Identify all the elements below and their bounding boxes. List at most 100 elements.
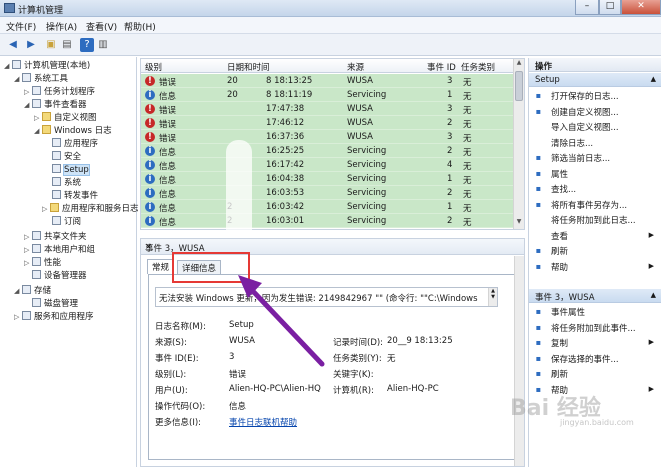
up-folder-icon[interactable]: ▣ bbox=[44, 38, 58, 52]
tree-item-windows-logs[interactable]: ◢ Windows 日志 bbox=[34, 125, 112, 137]
action-item[interactable]: ▪ 保存选择的事件... bbox=[529, 352, 661, 365]
tab-general[interactable]: 常规 bbox=[147, 259, 175, 274]
details-tab-highlight bbox=[172, 252, 250, 283]
tree-item-subscriptions[interactable]: 订阅 bbox=[52, 216, 81, 228]
menu-action[interactable]: 操作(A) bbox=[46, 20, 77, 33]
action-item[interactable]: ▪ 刷新 bbox=[529, 244, 661, 257]
tree-item-disk-management[interactable]: 磁盘管理 bbox=[32, 298, 78, 310]
action-item[interactable]: ▪ 打开保存的日志... bbox=[529, 89, 661, 102]
action-item[interactable]: ▪ 筛选当前日志... bbox=[529, 151, 661, 164]
maximize-button[interactable]: □ bbox=[599, 0, 621, 15]
opcode-label: 操作代码(O): bbox=[155, 402, 206, 412]
scroll-up-icon[interactable]: ▲ bbox=[514, 59, 524, 70]
action-item[interactable]: ▪ 复制 ▶ bbox=[529, 336, 661, 349]
action-item[interactable]: 将任务附加到此日志... bbox=[529, 213, 661, 226]
action-item[interactable]: ▪ 刷新 bbox=[529, 367, 661, 380]
forward-arrow-icon[interactable]: ▶ bbox=[24, 38, 38, 52]
tree-item-app-service-logs[interactable]: ▷ 应用程序和服务日志 bbox=[42, 203, 139, 215]
cell-date: 20 bbox=[227, 76, 238, 86]
properties-icon[interactable]: ▥ bbox=[96, 38, 110, 52]
action-item[interactable]: ▪ 事件属性 bbox=[529, 305, 661, 318]
services-icon bbox=[22, 311, 31, 320]
action-item[interactable]: 清除日志... bbox=[529, 136, 661, 149]
action-label: 打开保存的日志... bbox=[551, 92, 619, 102]
tree-item-system[interactable]: 系统 bbox=[52, 177, 81, 189]
event-list: 级别 日期和时间 来源 事件 ID 任务类别 ! 错误 20 8 18:13:25 WU… bbox=[140, 58, 525, 230]
column-date-time[interactable]: 日期和时间 bbox=[227, 61, 270, 73]
tree-item-shared-folders[interactable]: ▷ 共享文件夹 bbox=[24, 231, 87, 243]
column-event-id[interactable]: 事件 ID bbox=[427, 61, 456, 73]
cell-level: 信息 bbox=[159, 162, 177, 172]
table-row[interactable]: i信息216:03:01Servicing2无 bbox=[141, 214, 513, 228]
tree-item-system-tools[interactable]: ◢ 系统工具 bbox=[14, 73, 68, 85]
back-arrow-icon[interactable]: ◀ bbox=[6, 38, 20, 52]
table-row[interactable]: i 信息 16:03:53 Servicing 2 无 bbox=[141, 186, 513, 200]
tree-item-services-apps[interactable]: ▷ 服务和应用程序 bbox=[14, 311, 94, 323]
cell-id: 3 bbox=[447, 132, 453, 142]
tree-item-application[interactable]: 应用程序 bbox=[52, 138, 98, 150]
tree-item-device-manager[interactable]: 设备管理器 bbox=[32, 270, 87, 282]
cell-time: 8 18:11:19 bbox=[266, 90, 313, 100]
cell-cat: 无 bbox=[463, 78, 472, 88]
show-hide-tree-icon[interactable]: ▤ bbox=[60, 38, 74, 52]
actions-group-setup[interactable]: Setup ▲ bbox=[529, 73, 661, 87]
scrollbar-thumb[interactable] bbox=[515, 71, 523, 101]
close-button[interactable]: ✕ bbox=[621, 0, 661, 15]
computer-management-icon bbox=[4, 3, 15, 13]
table-row[interactable]: i 信息 16:17:42 Servicing 4 无 bbox=[141, 158, 513, 172]
action-item[interactable]: ▪ 将所有事件另存为... bbox=[529, 198, 661, 211]
menu-view[interactable]: 查看(V) bbox=[86, 20, 117, 33]
table-row[interactable]: i 信息 16:25:25 Servicing 2 无 bbox=[141, 144, 513, 158]
tree-item-forwarded-events[interactable]: 转发事件 bbox=[52, 190, 98, 202]
event-message-box[interactable]: 无法安装 Windows 更新，因为发生错误: 2149842967 "" (命… bbox=[155, 287, 498, 307]
actions-group-event[interactable]: 事件 3，WUSA ▲ bbox=[529, 289, 661, 303]
table-row[interactable]: ! 错误 20 8 18:13:25 WUSA 3 无 bbox=[141, 74, 513, 88]
minimize-button[interactable]: – bbox=[575, 0, 599, 15]
tree-item-local-users[interactable]: ▷ 本地用户和组 bbox=[24, 244, 95, 256]
action-item[interactable]: ▪ 帮助 ▶ bbox=[529, 260, 661, 273]
online-help-link[interactable]: 事件日志联机帮助 bbox=[229, 416, 297, 428]
tree-item-security[interactable]: 安全 bbox=[52, 151, 81, 163]
action-item[interactable]: ▪ 属性 bbox=[529, 167, 661, 180]
tree-item-storage[interactable]: ◢ 存储 bbox=[14, 285, 51, 297]
action-item[interactable]: ▪ 创建自定义视图... bbox=[529, 105, 661, 118]
table-row[interactable]: i信息216:03:42Servicing1无 bbox=[141, 200, 513, 214]
message-scrollbar[interactable]: ▲ ▼ bbox=[488, 288, 497, 306]
tree-item-custom-views[interactable]: ▷ 自定义视图 bbox=[34, 112, 97, 124]
error-icon: ! bbox=[145, 76, 155, 86]
tree-item-event-viewer[interactable]: ◢ 事件查看器 bbox=[24, 99, 87, 111]
table-row[interactable]: i 信息 20 8 18:11:19 Servicing 1 无 bbox=[141, 88, 513, 102]
tree-item-task-scheduler[interactable]: ▷ 任务计划程序 bbox=[24, 86, 95, 98]
table-row[interactable]: ! 错误 16:37:36 WUSA 3 无 bbox=[141, 130, 513, 144]
cell-level: 错误 bbox=[159, 134, 177, 144]
action-label: 刷新 bbox=[551, 247, 569, 257]
action-item[interactable]: ▪ 查找... bbox=[529, 182, 661, 195]
window-controls: – □ ✕ bbox=[575, 0, 661, 15]
computer-label: 计算机(R): bbox=[333, 386, 374, 396]
table-row[interactable]: i 信息 16:04:38 Servicing 1 无 bbox=[141, 172, 513, 186]
tree-item-setup[interactable]: Setup bbox=[52, 164, 90, 176]
column-source[interactable]: 来源 bbox=[347, 61, 364, 73]
action-item[interactable]: ▪ 将任务附加到此事件... bbox=[529, 321, 661, 334]
help-icon[interactable]: ? bbox=[80, 38, 94, 52]
tree-item-computer-management[interactable]: ◢ 计算机管理(本地) bbox=[4, 60, 90, 72]
event-list-scrollbar[interactable]: ▲ ▼ bbox=[513, 59, 524, 229]
event-message: 无法安装 Windows 更新，因为发生错误: 2149842967 "" (命… bbox=[159, 294, 478, 304]
menu-file[interactable]: 文件(F) bbox=[6, 20, 36, 33]
action-label: 帮助 bbox=[551, 262, 569, 273]
detail-scrollbar[interactable] bbox=[514, 256, 524, 466]
scroll-down-icon[interactable]: ▼ bbox=[514, 218, 524, 229]
collapse-icon[interactable]: ▲ bbox=[651, 291, 656, 299]
cell-id: 1 bbox=[447, 174, 453, 184]
detail-close-icon[interactable]: × bbox=[145, 242, 520, 252]
menu-help[interactable]: 帮助(H) bbox=[124, 20, 156, 33]
column-level[interactable]: 级别 bbox=[145, 61, 162, 73]
collapse-icon[interactable]: ▲ bbox=[651, 75, 656, 83]
table-row[interactable]: ! 错误 17:47:38 WUSA 3 无 bbox=[141, 102, 513, 116]
table-row[interactable]: ! 错误 17:46:12 WUSA 2 无 bbox=[141, 116, 513, 130]
action-item[interactable]: 导入自定义视图... bbox=[529, 120, 661, 133]
action-item[interactable]: 查看 ▶ bbox=[529, 229, 661, 242]
title-bar: 计算机管理 – □ ✕ bbox=[0, 0, 661, 17]
tree-item-performance[interactable]: ▷ 性能 bbox=[24, 257, 61, 269]
column-task-category[interactable]: 任务类别 bbox=[461, 61, 495, 73]
